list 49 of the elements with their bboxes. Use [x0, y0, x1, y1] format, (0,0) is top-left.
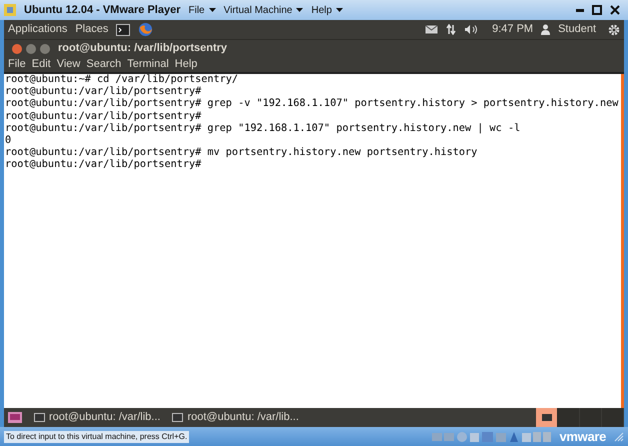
terminal-line: root@ubuntu:/var/lib/portsentry# grep "192.168.1.107" portsentry.history.new | wc -l	[5, 122, 520, 135]
menu-item[interactable]: View	[56, 56, 80, 73]
terminal-line: root@ubuntu:/var/lib/portsentry# grep -v "192.168.1.107" portsentry.history > portsentry.history.new	[5, 98, 618, 111]
terminal-line: root@ubuntu:~# cd /var/lib/portsentry/	[5, 74, 238, 86]
terminal-line: root@ubuntu:/var/lib/portsentry#	[5, 159, 202, 172]
window-icon	[172, 413, 184, 422]
mail-icon[interactable]	[425, 25, 438, 34]
workspace-switcher[interactable]	[558, 408, 580, 427]
terminal-line: root@ubuntu:/var/lib/portsentry#	[5, 86, 202, 98]
terminal-line: 0	[5, 135, 12, 147]
panel-menu[interactable]: Places	[75, 21, 108, 38]
settings-icon[interactable]	[608, 24, 620, 36]
user-icon[interactable]	[541, 24, 550, 35]
status-hint: To direct input to this virtual machine, press Ctrl+G.	[4, 430, 190, 442]
menu-item[interactable]: Search	[86, 56, 122, 73]
minimize-icon[interactable]	[576, 8, 584, 12]
caret-icon	[208, 8, 216, 12]
vmware-logo: vmware	[560, 428, 606, 446]
network-icon[interactable]	[446, 24, 456, 35]
taskbar-item[interactable]: root@ubuntu: /var/lib...	[168, 409, 303, 426]
show-desktop-icon[interactable]	[8, 412, 22, 423]
terminal-line: root@ubuntu:/var/lib/portsentry# mv portsentry.history.new portsentry.history	[5, 147, 478, 159]
window-thumbnail-icon	[542, 414, 552, 421]
taskbar-item[interactable]: root@ubuntu: /var/lib...	[30, 409, 164, 426]
resize-grip-icon[interactable]	[614, 432, 624, 442]
maximize-icon[interactable]	[592, 5, 602, 15]
window-icon	[34, 413, 45, 422]
workspace-switcher[interactable]	[602, 408, 624, 427]
terminal-title: root@ubuntu: /var/lib/portsentry	[58, 41, 228, 56]
panel-menu[interactable]: Applications	[8, 21, 68, 38]
terminal-line: root@ubuntu:/var/lib/portsentry#	[5, 110, 202, 123]
menu-item[interactable]: Terminal	[127, 56, 169, 73]
user-name[interactable]: Student	[558, 21, 596, 38]
menu-item[interactable]: Edit	[32, 56, 51, 73]
app-icon	[4, 4, 16, 16]
menu-item[interactable]: Virtual Machine	[224, 2, 304, 18]
browser-icon[interactable]	[138, 22, 154, 37]
menu-item[interactable]: Help	[174, 56, 198, 73]
caret-icon	[296, 8, 304, 12]
clock[interactable]: 9:47 PM	[492, 21, 534, 38]
close-icon[interactable]	[610, 5, 620, 15]
workspace-switcher[interactable]	[580, 408, 602, 427]
caret-icon	[336, 8, 343, 12]
menu-item[interactable]: Help	[311, 2, 343, 18]
menu-item[interactable]: File	[8, 56, 26, 73]
menu-item[interactable]: File	[188, 2, 216, 18]
workspace-switcher[interactable]	[536, 408, 558, 427]
window-title: Ubuntu 12.04 - VMware Player	[24, 2, 180, 18]
terminal-icon[interactable]	[116, 24, 130, 36]
